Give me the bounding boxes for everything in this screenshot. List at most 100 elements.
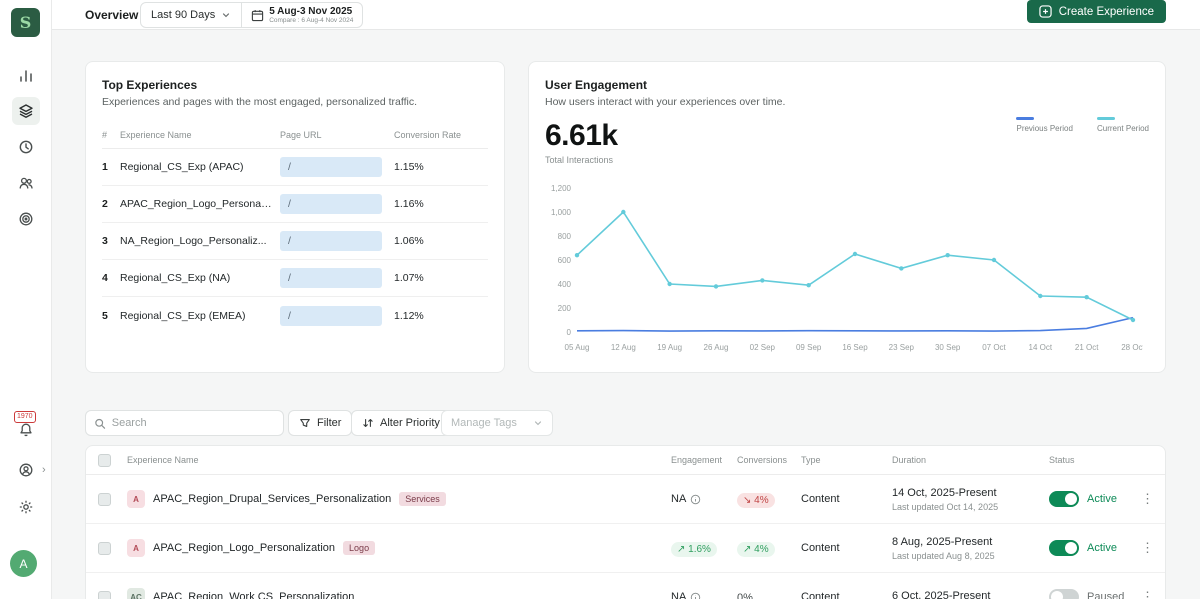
svg-text:400: 400 (558, 280, 572, 289)
search-input[interactable] (112, 417, 275, 429)
status-toggle[interactable] (1049, 540, 1079, 556)
row-checkbox[interactable] (98, 542, 111, 555)
top-experiences-header-row: # Experience Name Page URL Conversion Ra… (102, 130, 488, 149)
row-experience-name: APAC_Region_Logo_Personali... (120, 198, 280, 210)
search-icon (94, 417, 106, 430)
svg-text:02 Sep: 02 Sep (750, 343, 776, 352)
row-rank: 5 (102, 310, 120, 322)
legend-current-period[interactable]: Current Period (1097, 117, 1149, 133)
expand-sidebar-chevron-icon[interactable]: › (42, 464, 46, 476)
svg-text:05 Aug: 05 Aug (565, 343, 590, 352)
svg-text:28 Oct: 28 Oct (1121, 343, 1143, 352)
date-range-display[interactable]: 5 Aug-3 Nov 2025 Compare : 6 Aug-4 Nov 2… (242, 3, 362, 27)
table-row[interactable]: 2 APAC_Region_Logo_Personali... / 1.16% (102, 186, 488, 223)
engagement-value: ↗ 1.6% (671, 542, 717, 557)
history-icon[interactable] (12, 133, 40, 161)
table-row[interactable]: 4 Regional_CS_Exp (NA) / 1.07% (102, 260, 488, 297)
svg-text:12 Aug: 12 Aug (611, 343, 636, 352)
tab-overview[interactable]: Overview (85, 8, 138, 22)
date-range-preset-button[interactable]: Last 90 Days (141, 3, 242, 27)
legend-previous-period[interactable]: Previous Period (1016, 117, 1072, 133)
goals-icon[interactable] (12, 205, 40, 233)
filter-label: Filter (317, 417, 341, 429)
notification-count-badge: 1970 (14, 411, 36, 423)
page-url-pill[interactable]: / (280, 194, 382, 214)
engagement-chart[interactable]: 02004006008001,0001,20005 Aug12 Aug19 Au… (537, 180, 1143, 358)
svg-text:30 Sep: 30 Sep (935, 343, 961, 352)
user-engagement-card: User Engagement How users interact with … (528, 61, 1166, 373)
row-experience-name: Regional_CS_Exp (NA) (120, 272, 280, 284)
analytics-icon[interactable] (12, 62, 40, 90)
svg-text:200: 200 (558, 304, 572, 313)
create-experience-button[interactable]: Create Experience (1027, 0, 1166, 23)
info-icon[interactable] (690, 592, 701, 599)
row-menu-kebab-icon[interactable]: ⋮ (1130, 540, 1165, 556)
duration-range: 14 Oct, 2025-Present (892, 487, 1049, 499)
row-conversion-rate: 1.07% (394, 272, 488, 284)
experience-name[interactable]: APAC_Region_Logo_Personalization (153, 542, 335, 554)
svg-text:07 Oct: 07 Oct (982, 343, 1006, 352)
conversions-value: ↗ 4% (737, 542, 775, 557)
row-checkbox[interactable] (98, 591, 111, 599)
total-interactions-label: Total Interactions (545, 155, 1149, 165)
svg-text:16 Sep: 16 Sep (842, 343, 868, 352)
experience-table-card: Experience Name Engagement Conversions T… (85, 445, 1166, 599)
page-url-pill[interactable]: / (280, 268, 382, 288)
type-value: Content (801, 493, 892, 505)
status-toggle[interactable] (1049, 589, 1079, 599)
status-label: Active (1087, 542, 1117, 554)
top-experiences-card: Top Experiences Experiences and pages wi… (85, 61, 505, 373)
svg-text:23 Sep: 23 Sep (889, 343, 915, 352)
experience-name[interactable]: APAC_Region_Drupal_Services_Personalizat… (153, 493, 391, 505)
svg-text:19 Aug: 19 Aug (657, 343, 682, 352)
row-rank: 2 (102, 198, 120, 210)
col-experience-name: Experience Name (127, 455, 671, 465)
legend-label-current: Current Period (1097, 124, 1149, 133)
notifications-icon[interactable]: 1970 (12, 416, 40, 444)
tag-badge: Services (399, 492, 446, 506)
svg-text:0: 0 (567, 328, 572, 337)
svg-text:1,000: 1,000 (551, 208, 572, 217)
manage-tags-select[interactable]: Manage Tags (441, 410, 553, 436)
settings-gear-icon[interactable] (12, 493, 40, 521)
info-icon[interactable] (690, 494, 701, 505)
col-conversion-rate: Conversion Rate (394, 130, 488, 140)
row-checkbox[interactable] (98, 493, 111, 506)
table-row[interactable]: 3 NA_Region_Logo_Personaliz... / 1.06% (102, 223, 488, 260)
user-avatar[interactable]: A (10, 550, 37, 577)
type-value: Content (801, 591, 892, 599)
create-experience-label: Create Experience (1059, 6, 1154, 18)
table-row[interactable]: A APAC_Region_Logo_Personalization Logo … (86, 524, 1165, 573)
page-url-pill[interactable]: / (280, 157, 382, 177)
svg-text:800: 800 (558, 232, 572, 241)
table-row[interactable]: AC APAC_Region_Work CS_Personalization N… (86, 573, 1165, 599)
page-url-pill[interactable]: / (280, 306, 382, 326)
tag-badge: Logo (343, 541, 375, 555)
app-logo[interactable]: S (11, 8, 40, 37)
conversions-value: 0% (737, 592, 753, 599)
conversions-value: ↘ 4% (737, 493, 775, 508)
select-all-checkbox[interactable] (98, 454, 111, 467)
duration-range: 6 Oct, 2025-Present (892, 590, 1049, 599)
page-url-pill[interactable]: / (280, 231, 382, 251)
date-compare-value: Compare : 6 Aug-4 Nov 2024 (269, 17, 353, 24)
experiences-icon[interactable] (12, 97, 40, 125)
table-row[interactable]: A APAC_Region_Drupal_Services_Personaliz… (86, 475, 1165, 524)
audiences-icon[interactable] (12, 169, 40, 197)
engagement-subtitle: How users interact with your experiences… (545, 96, 1149, 108)
sort-priority-icon (362, 417, 374, 429)
table-row[interactable]: 5 Regional_CS_Exp (EMEA) / 1.12% (102, 297, 488, 334)
svg-text:14 Oct: 14 Oct (1029, 343, 1053, 352)
status-toggle[interactable] (1049, 491, 1079, 507)
col-page-url: Page URL (280, 130, 394, 140)
row-menu-kebab-icon[interactable]: ⋮ (1130, 589, 1165, 599)
support-icon[interactable] (12, 456, 40, 484)
row-menu-kebab-icon[interactable]: ⋮ (1130, 491, 1165, 507)
alter-priority-button[interactable]: Alter Priority (351, 410, 451, 436)
filter-icon (299, 417, 311, 429)
status-label: Paused (1087, 591, 1124, 599)
date-range-value: 5 Aug-3 Nov 2025 (269, 6, 353, 17)
experience-name[interactable]: APAC_Region_Work CS_Personalization (153, 591, 354, 599)
filter-button[interactable]: Filter (288, 410, 352, 436)
table-row[interactable]: 1 Regional_CS_Exp (APAC) / 1.15% (102, 149, 488, 186)
